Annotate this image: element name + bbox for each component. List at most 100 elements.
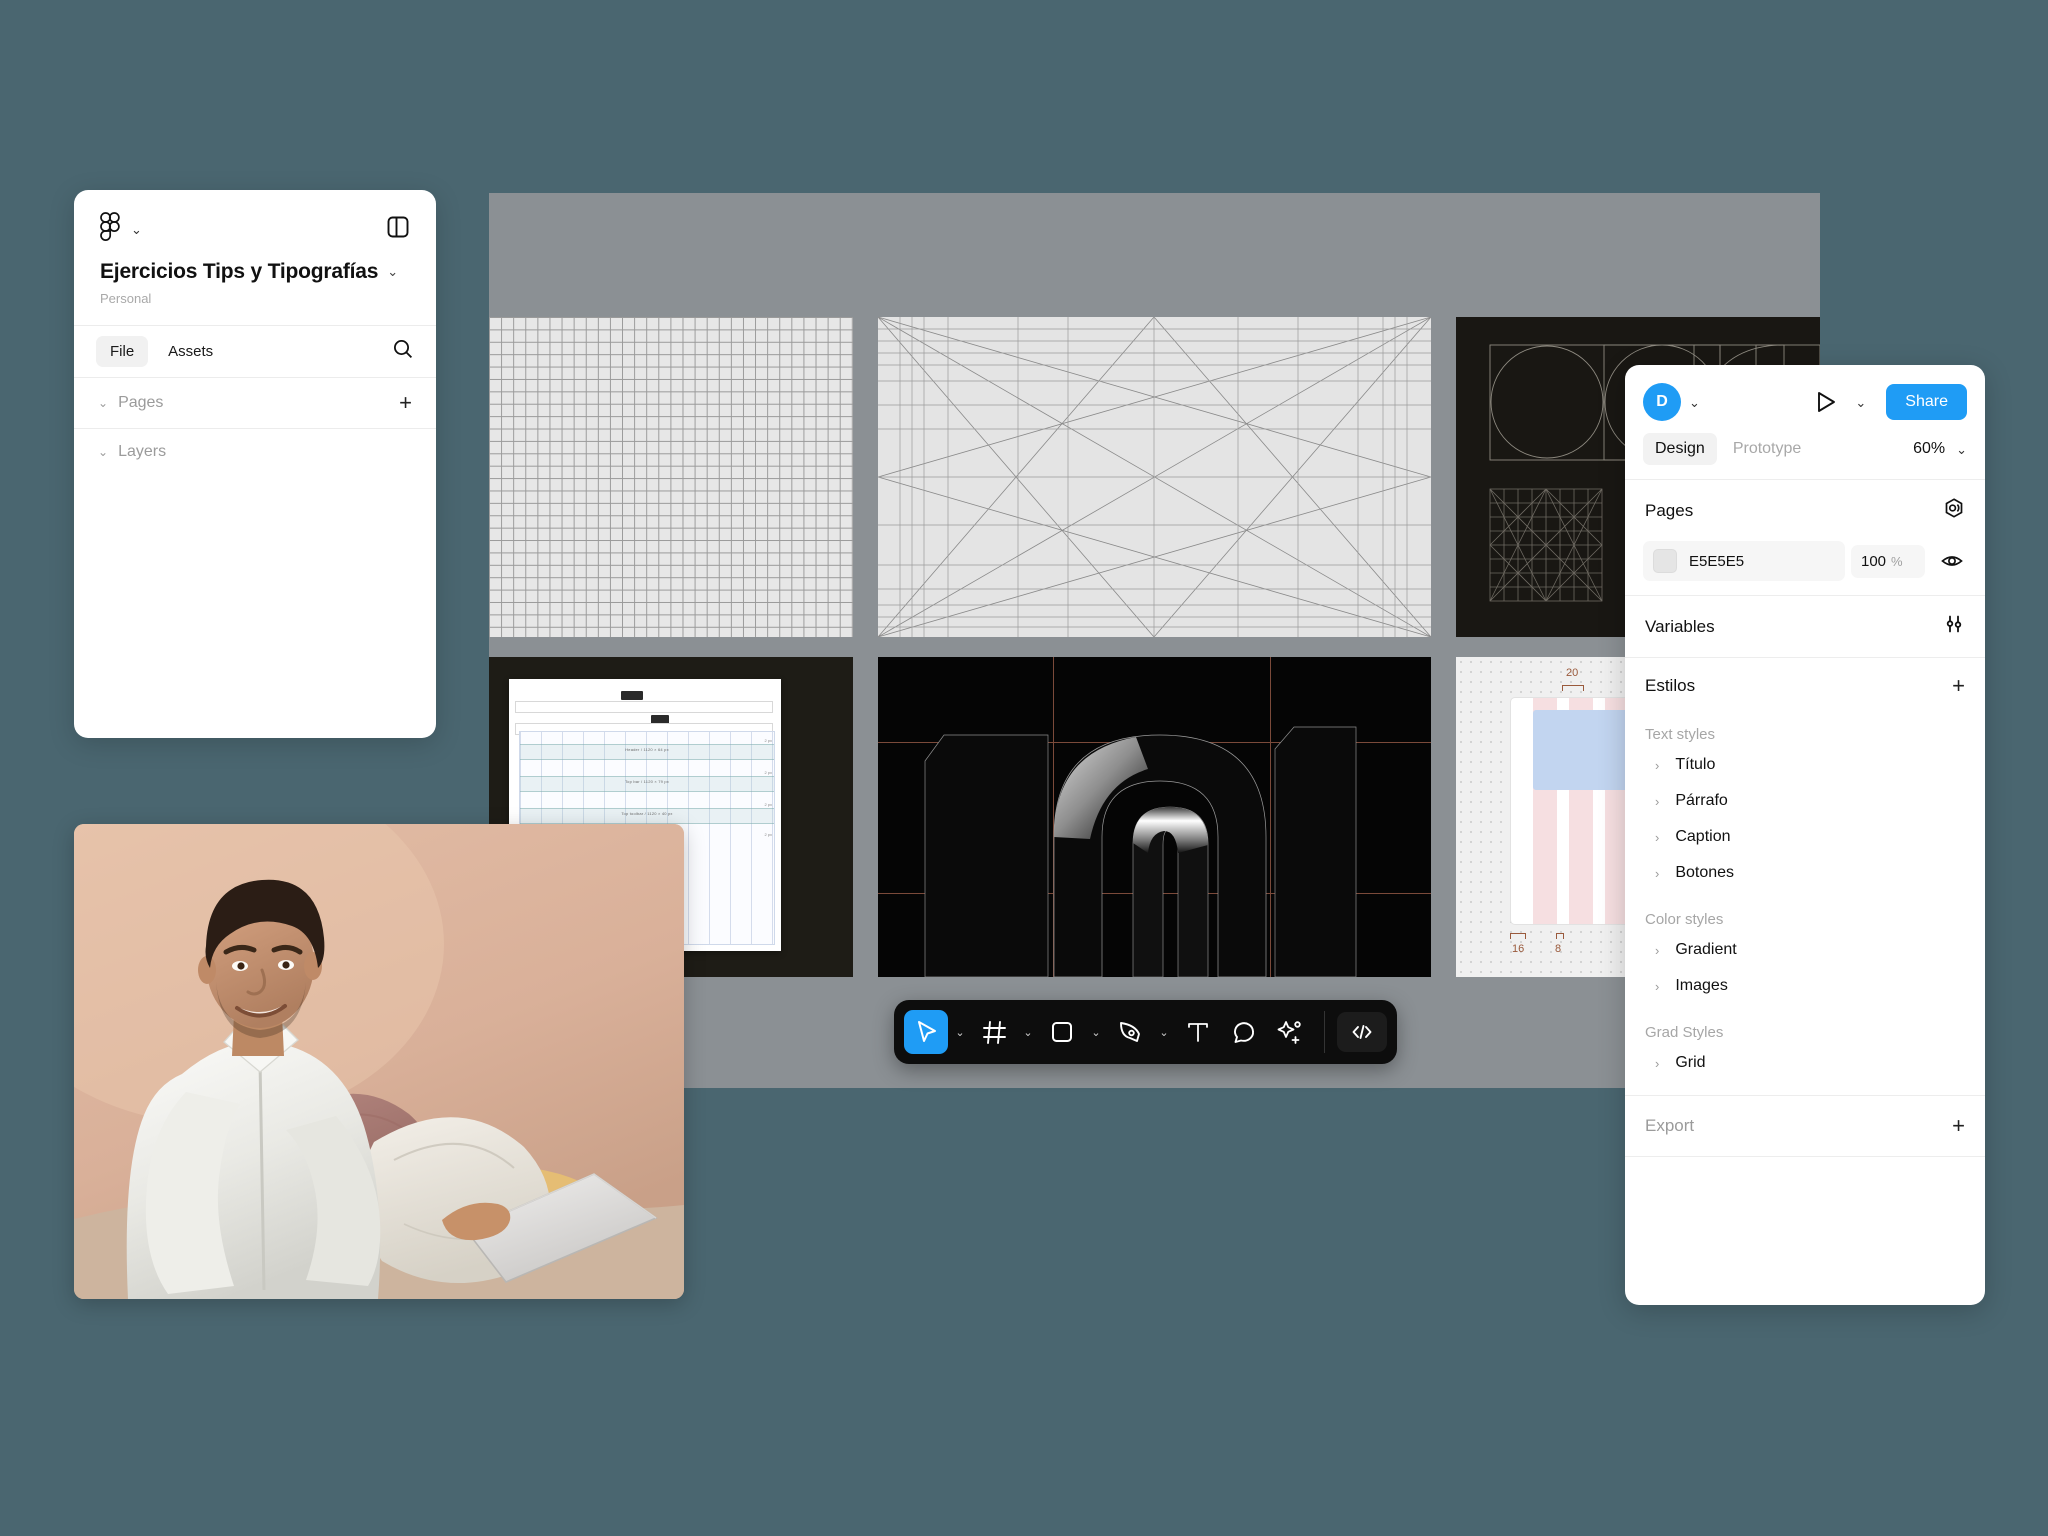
color-swatch[interactable] <box>1653 549 1677 573</box>
export-section-header: Export + <box>1625 1096 1985 1156</box>
estilos-section-header: Estilos + <box>1625 658 1985 714</box>
chevron-down-icon: ⌄ <box>98 445 109 459</box>
tab-file[interactable]: File <box>96 336 149 367</box>
frame-grid-icon[interactable] <box>972 1010 1016 1054</box>
file-title-block: Ejercicios Tips y Tipografías ⌄ Personal <box>74 246 436 306</box>
avatar-chevron-down-icon[interactable]: ⌄ <box>1689 396 1700 409</box>
eye-icon[interactable] <box>1931 550 1967 572</box>
figma-menu-button[interactable]: ⌄ <box>100 212 142 246</box>
page-title: Ejercicios Tips y Tipografías <box>100 260 379 283</box>
pen-tool-chevron-down-icon[interactable]: ⌄ <box>1154 1010 1174 1054</box>
sidebar-section-label: Layers <box>118 443 167 460</box>
design-toolbar: ⌄ ⌄ ⌄ ⌄ <box>894 1000 1397 1064</box>
canvas-thumbnail-fine-grid[interactable] <box>489 317 853 637</box>
page-color-row: E5E5E5 100 % <box>1643 541 1967 581</box>
file-assets-tabbar: File Assets <box>74 326 436 377</box>
zoom-control[interactable]: 60% ⌄ <box>1913 440 1967 458</box>
style-item-botones[interactable]: › Botones <box>1625 855 1985 891</box>
pages-section-header: Pages <box>1625 480 1985 541</box>
spec-rule <box>515 701 773 713</box>
chevron-down-icon: ⌄ <box>98 396 109 410</box>
style-item-parrafo[interactable]: › Párrafo <box>1625 783 1985 819</box>
rectangle-shape-icon[interactable] <box>1040 1010 1084 1054</box>
spec-row-label: Top toolbar / 1120 × 40 px <box>621 811 673 816</box>
text-tool-icon[interactable] <box>1176 1010 1220 1054</box>
page-settings-icon[interactable] <box>1943 497 1965 524</box>
spacing-label-right: 8 <box>1555 943 1562 955</box>
style-item-gradient[interactable]: › Gradient <box>1625 932 1985 968</box>
diagonal-grid-lines <box>878 317 1431 637</box>
photo-thumbnail-card[interactable] <box>74 824 684 1299</box>
style-item-label: Gradient <box>1675 941 1737 958</box>
add-export-button[interactable]: + <box>1952 1115 1965 1137</box>
canvas-thumbnail-3d-typography[interactable] <box>878 657 1431 977</box>
panel-layout-icon[interactable] <box>386 215 410 244</box>
spec-row-label: Header / 1120 × 64 px <box>625 747 669 752</box>
chevron-right-icon: › <box>1655 793 1660 809</box>
chevron-right-icon: › <box>1655 978 1660 994</box>
opacity-unit: % <box>1891 553 1903 569</box>
opacity-field[interactable]: 100 % <box>1851 544 1925 578</box>
add-style-button[interactable]: + <box>1952 675 1965 697</box>
sidebar-section-pages[interactable]: ⌄ Pages + <box>74 378 436 428</box>
page-color-field[interactable]: E5E5E5 <box>1643 541 1845 581</box>
sidebar-section-label: Pages <box>118 394 164 411</box>
canvas-thumbnail-diagonal-grid[interactable] <box>878 317 1431 637</box>
group-label-color-styles: Color styles <box>1645 911 1724 928</box>
style-item-images[interactable]: › Images <box>1625 968 1985 1004</box>
tab-assets[interactable]: Assets <box>154 336 227 367</box>
figma-logo-icon <box>100 212 120 246</box>
spec-tick: 2 px <box>764 832 772 837</box>
style-item-grid[interactable]: › Grid <box>1625 1045 1985 1081</box>
variables-section-title: Variables <box>1645 616 1715 636</box>
spec-row-label: Top bar / 1120 × 79 px <box>624 779 670 784</box>
right-panel-header: D ⌄ ⌄ Share <box>1625 365 1985 421</box>
spec-tick: 2 px <box>764 802 772 807</box>
zoom-level-label: 60% <box>1913 440 1946 457</box>
code-brackets-icon[interactable] <box>1337 1012 1387 1052</box>
title-chevron-down-icon[interactable]: ⌄ <box>387 264 398 279</box>
spacing-label-left: 16 <box>1512 943 1525 955</box>
ai-sparkle-icon[interactable] <box>1268 1010 1312 1054</box>
cursor-tool-chevron-down-icon[interactable]: ⌄ <box>950 1010 970 1054</box>
style-item-label: Caption <box>1675 828 1731 845</box>
variables-section-header[interactable]: Variables <box>1625 596 1985 657</box>
play-icon[interactable] <box>1815 390 1837 414</box>
style-item-caption[interactable]: › Caption <box>1625 819 1985 855</box>
sidebar-section-layers[interactable]: ⌄ Layers <box>74 429 436 475</box>
play-chevron-down-icon[interactable]: ⌄ <box>1855 396 1866 409</box>
search-icon[interactable] <box>392 338 414 365</box>
spacing-label-top: 20 <box>1566 667 1579 679</box>
share-button[interactable]: Share <box>1886 384 1967 420</box>
spacing-bracket-right <box>1556 933 1564 939</box>
style-item-titulo[interactable]: › Título <box>1625 747 1985 783</box>
style-item-label: Título <box>1675 756 1716 773</box>
file-owner-label: Personal <box>100 291 152 306</box>
avatar[interactable]: D <box>1643 383 1681 421</box>
style-item-label: Images <box>1675 977 1728 994</box>
cursor-select-icon[interactable] <box>904 1010 948 1054</box>
design-canvas[interactable]: Header / 1120 × 64 px Top bar / 1120 × 7… <box>489 193 1820 1088</box>
shape-tool-chevron-down-icon[interactable]: ⌄ <box>1086 1010 1106 1054</box>
pen-tool-icon[interactable] <box>1108 1010 1152 1054</box>
style-item-label: Botones <box>1675 864 1735 881</box>
comment-bubble-icon[interactable] <box>1222 1010 1266 1054</box>
chevron-right-icon: › <box>1655 865 1660 881</box>
man-with-laptop-on-sofa <box>74 824 684 1299</box>
style-item-label: Grid <box>1675 1054 1706 1071</box>
sliders-icon[interactable] <box>1943 613 1965 640</box>
frame-tool-chevron-down-icon[interactable]: ⌄ <box>1018 1010 1038 1054</box>
divider <box>1625 1156 1985 1157</box>
tab-prototype[interactable]: Prototype <box>1721 433 1813 465</box>
file-browser-panel: ⌄ Ejercicios Tips y Tipografías ⌄ Persona… <box>74 190 436 738</box>
left-panel-header: ⌄ <box>74 190 436 246</box>
design-properties-panel: D ⌄ ⌄ Share Design Prototype 60% ⌄ Pages <box>1625 365 1985 1305</box>
chevron-right-icon: › <box>1655 942 1660 958</box>
tab-design[interactable]: Design <box>1643 433 1717 465</box>
add-page-button[interactable]: + <box>399 392 412 414</box>
estilos-body: Text styles › Título › Párrafo › Caption… <box>1625 714 1985 1095</box>
spacing-bracket-left <box>1510 933 1526 939</box>
spec-tick: 2 px <box>764 770 772 775</box>
3d-letter-shapes <box>924 726 1357 977</box>
spec-chip <box>621 691 643 700</box>
